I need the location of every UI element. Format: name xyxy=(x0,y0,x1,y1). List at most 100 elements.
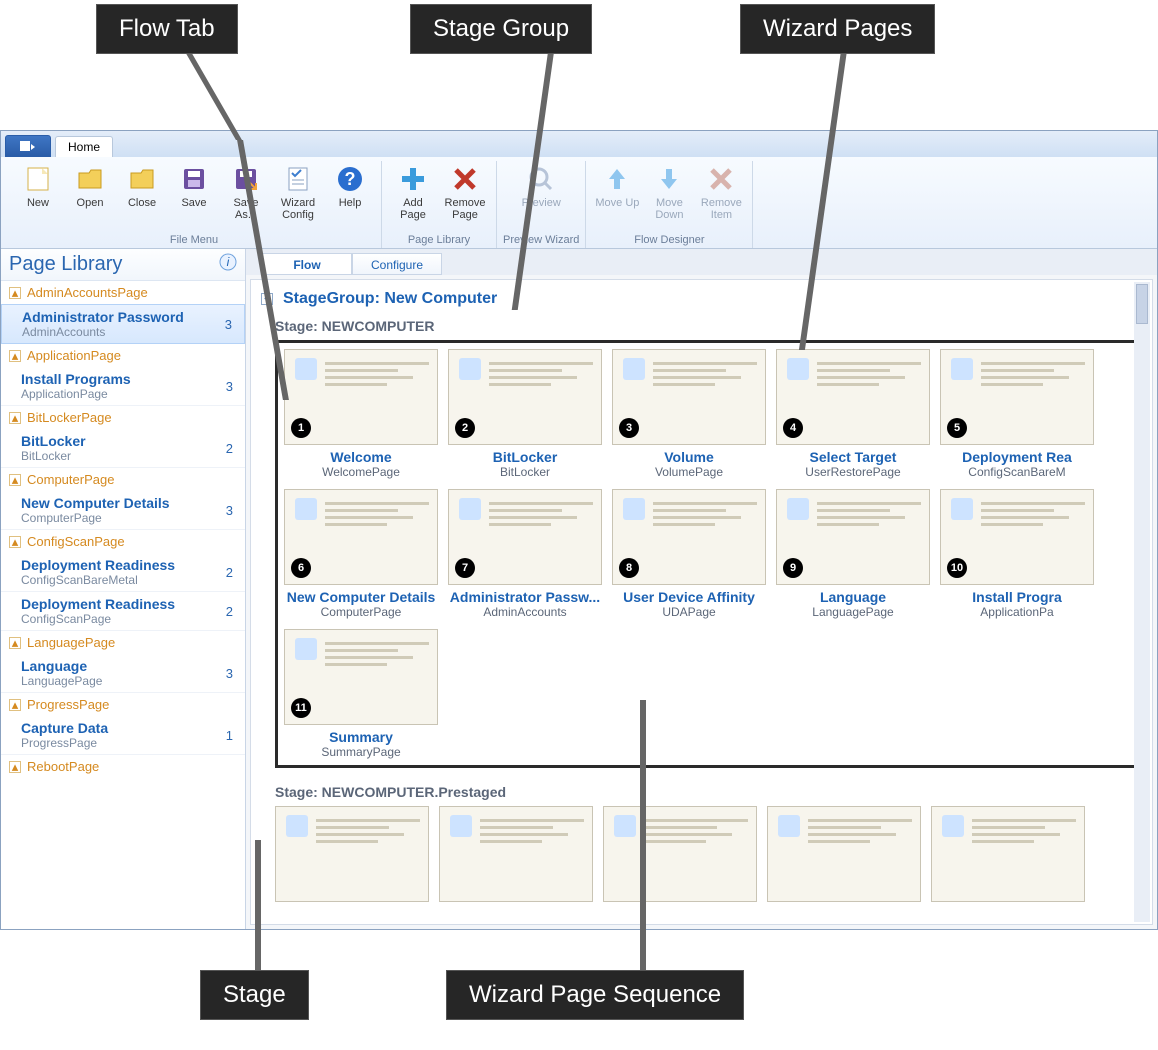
tab-home[interactable]: Home xyxy=(55,136,113,157)
wizard-page-card[interactable]: 9LanguageLanguagePage xyxy=(776,489,930,619)
preview-button[interactable]: Preview xyxy=(516,161,566,211)
vertical-scrollbar[interactable] xyxy=(1134,282,1150,922)
wizard-page-card[interactable]: 3VolumeVolumePage xyxy=(612,349,766,479)
ribbon-group-file-menu: New Open Close Save Save As... xyxy=(7,161,382,248)
library-group-header[interactable]: ▴BitLockerPage xyxy=(1,406,245,429)
wizard-page-number: 11 xyxy=(291,698,311,718)
library-group-header[interactable]: ▴ApplicationPage xyxy=(1,344,245,367)
wizard-config-button[interactable]: Wizard Config xyxy=(273,161,323,223)
flow-designer-canvas[interactable]: − StageGroup: New Computer Stage: NEWCOM… xyxy=(250,279,1153,925)
file-menu-button[interactable] xyxy=(5,135,51,157)
library-item-count: 3 xyxy=(226,379,237,394)
wizard-page-sub: ApplicationPa xyxy=(940,605,1094,619)
wizard-page-card[interactable] xyxy=(275,806,429,902)
library-item-count: 3 xyxy=(226,666,237,681)
library-item[interactable]: New Computer DetailsComputerPage3 xyxy=(1,491,245,530)
library-item[interactable]: Deployment ReadinessConfigScanPage2 xyxy=(1,592,245,631)
help-label: Help xyxy=(339,197,362,209)
stagegroup-header[interactable]: − StageGroup: New Computer xyxy=(261,290,1142,308)
svg-text:i: i xyxy=(227,255,230,269)
remove-item-icon xyxy=(705,163,737,195)
wizard-page-card[interactable]: 6New Computer DetailsComputerPage xyxy=(284,489,438,619)
wizard-page-card[interactable] xyxy=(603,806,757,902)
tab-flow[interactable]: Flow xyxy=(262,253,352,275)
wizard-page-card[interactable]: 1WelcomeWelcomePage xyxy=(284,349,438,479)
library-item-count: 2 xyxy=(226,565,237,580)
scrollbar-thumb[interactable] xyxy=(1136,284,1148,324)
wizard-page-number: 5 xyxy=(947,418,967,438)
library-item[interactable]: Install ProgramsApplicationPage3 xyxy=(1,367,245,406)
stage-block: Stage: NEWCOMPUTER.Prestaged xyxy=(275,784,1142,902)
library-item-title: Capture Data xyxy=(21,720,108,736)
save-button[interactable]: Save xyxy=(169,161,219,223)
library-item-count: 2 xyxy=(226,604,237,619)
wizard-page-card[interactable] xyxy=(767,806,921,902)
wizard-page-number: 3 xyxy=(619,418,639,438)
sidebar-list[interactable]: ▴AdminAccountsPageAdministrator Password… xyxy=(1,281,245,929)
remove-page-button[interactable]: Remove Page xyxy=(440,161,490,223)
library-group-header[interactable]: ▴AdminAccountsPage xyxy=(1,281,245,304)
library-item[interactable]: LanguageLanguagePage3 xyxy=(1,654,245,693)
move-up-label: Move Up xyxy=(595,197,639,209)
remove-page-label: Remove Page xyxy=(442,197,488,221)
chevron-up-icon: ▴ xyxy=(9,412,21,424)
close-button[interactable]: Close xyxy=(117,161,167,223)
add-page-button[interactable]: Add Page xyxy=(388,161,438,223)
wizard-page-thumb xyxy=(439,806,593,902)
wizard-page-card[interactable]: 4Select TargetUserRestorePage xyxy=(776,349,930,479)
wizard-page-thumb: 11 xyxy=(284,629,438,725)
library-group-label: ComputerPage xyxy=(27,472,114,487)
wizard-page-card[interactable]: 2BitLockerBitLocker xyxy=(448,349,602,479)
new-button[interactable]: New xyxy=(13,161,63,223)
main-panel: Flow Configure − StageGroup: New Compute… xyxy=(246,249,1157,929)
arrow-up-icon xyxy=(601,163,633,195)
ribbon-group-page-library: Add Page Remove Page Page Library xyxy=(382,161,497,248)
library-group-header[interactable]: ▴ConfigScanPage xyxy=(1,530,245,553)
wizard-page-card[interactable]: 11SummarySummaryPage xyxy=(284,629,438,759)
chevron-up-icon: ▴ xyxy=(9,474,21,486)
open-button[interactable]: Open xyxy=(65,161,115,223)
wizard-page-sub: VolumePage xyxy=(612,465,766,479)
library-item-title: BitLocker xyxy=(21,433,86,449)
move-up-button[interactable]: Move Up xyxy=(592,161,642,223)
wizard-config-label: Wizard Config xyxy=(275,197,321,221)
wizard-page-number: 2 xyxy=(455,418,475,438)
wizard-page-card[interactable]: 8User Device AffinityUDAPage xyxy=(612,489,766,619)
info-icon[interactable]: i xyxy=(219,253,237,277)
library-item[interactable]: Administrator PasswordAdminAccounts3 xyxy=(1,304,245,344)
stage-row xyxy=(275,806,1142,902)
close-icon xyxy=(126,163,158,195)
wizard-page-sub: SummaryPage xyxy=(284,745,438,759)
wizard-page-thumb xyxy=(767,806,921,902)
help-button[interactable]: ? Help xyxy=(325,161,375,223)
wizard-page-number: 9 xyxy=(783,558,803,578)
annotation-wizard-pages: Wizard Pages xyxy=(740,4,935,54)
wizard-page-card[interactable]: 7Administrator Passw...AdminAccounts xyxy=(448,489,602,619)
library-item[interactable]: BitLockerBitLocker2 xyxy=(1,429,245,468)
tab-configure[interactable]: Configure xyxy=(352,253,442,275)
wizard-page-sub: WelcomePage xyxy=(284,465,438,479)
remove-item-button[interactable]: Remove Item xyxy=(696,161,746,223)
stage-header[interactable]: Stage: NEWCOMPUTER.Prestaged xyxy=(275,784,1142,800)
stage-header[interactable]: Stage: NEWCOMPUTER xyxy=(275,318,1142,334)
callout-line xyxy=(255,840,261,970)
move-down-button[interactable]: Move Down xyxy=(644,161,694,223)
wizard-page-thumb: 2 xyxy=(448,349,602,445)
wizard-page-card[interactable]: 10Install PrograApplicationPa xyxy=(940,489,1094,619)
library-group-label: ProgressPage xyxy=(27,697,109,712)
library-group-header[interactable]: ▴RebootPage xyxy=(1,755,245,778)
library-group-header[interactable]: ▴ProgressPage xyxy=(1,693,245,716)
library-group-header[interactable]: ▴ ComputerPage xyxy=(1,468,245,491)
wizard-page-card[interactable] xyxy=(931,806,1085,902)
annotation-flow-tab: Flow Tab xyxy=(96,4,238,54)
library-item[interactable]: Deployment ReadinessConfigScanBareMetal2 xyxy=(1,553,245,592)
library-group-header[interactable]: ▴LanguagePage xyxy=(1,631,245,654)
help-icon: ? xyxy=(334,163,366,195)
wizard-page-thumb: 5 xyxy=(940,349,1094,445)
wizard-page-card[interactable] xyxy=(439,806,593,902)
chevron-up-icon: ▴ xyxy=(9,761,21,773)
wizard-page-number: 7 xyxy=(455,558,475,578)
stage-row: 11SummarySummaryPage xyxy=(284,629,1133,759)
library-item[interactable]: Capture DataProgressPage1 xyxy=(1,716,245,755)
wizard-page-card[interactable]: 5Deployment ReaConfigScanBareM xyxy=(940,349,1094,479)
